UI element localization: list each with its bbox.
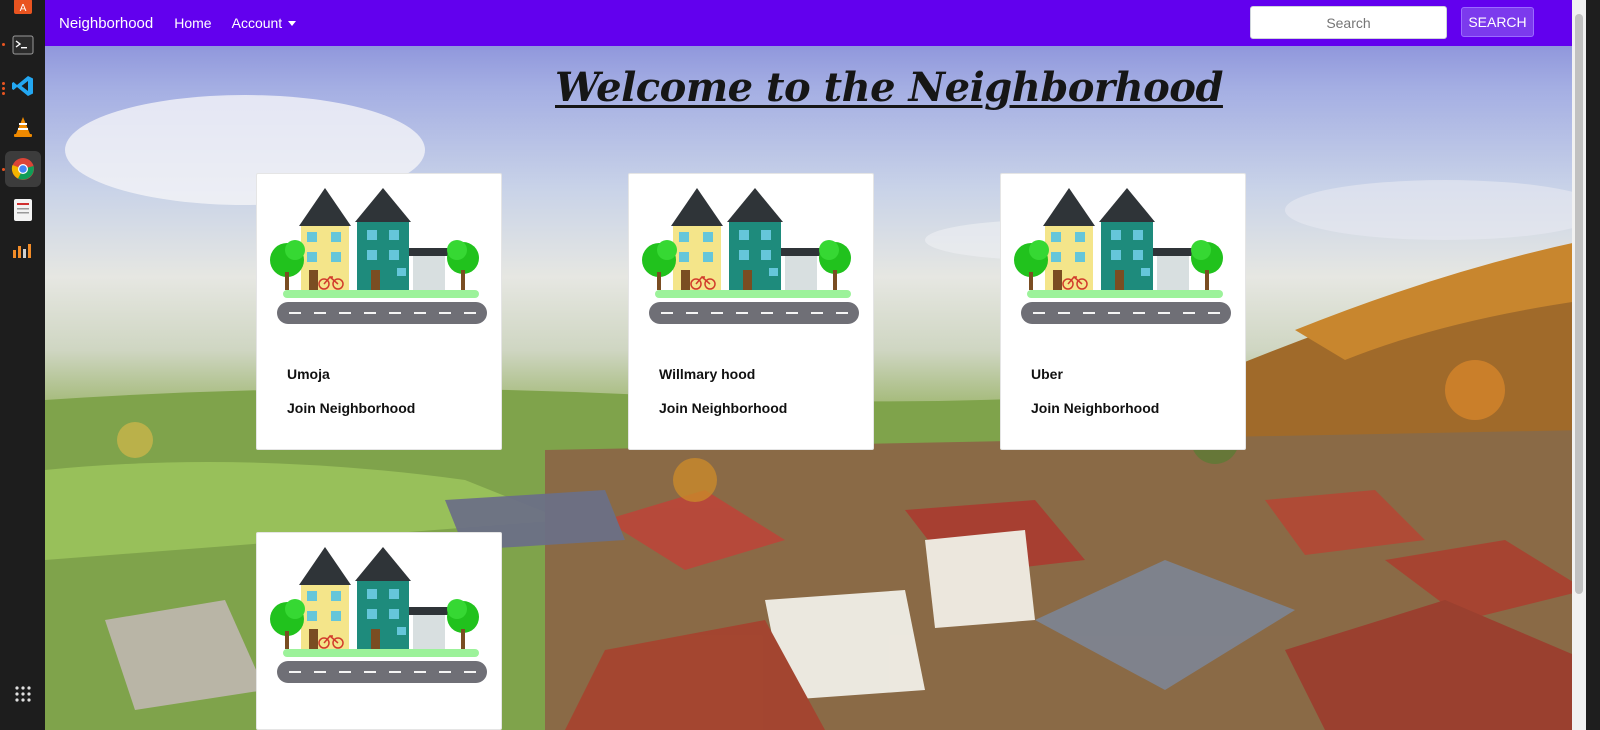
chrome-icon[interactable]	[5, 151, 41, 187]
neighborhood-houses-image	[269, 546, 488, 684]
neighborhood-card: Uber Join Neighborhood	[1000, 173, 1246, 450]
page-title: Welcome to the Neighborhood	[555, 64, 1223, 111]
app-grid-icon[interactable]	[5, 676, 41, 712]
neighborhood-houses-image	[269, 187, 488, 325]
caret-down-icon	[288, 21, 297, 26]
neighborhood-name: Uber	[1031, 366, 1063, 382]
app-dock: A	[0, 0, 45, 730]
page-scrollbar[interactable]	[1572, 0, 1586, 730]
page-viewport: Neighborhood Home Account SEARCH Welcome…	[45, 0, 1586, 730]
neighborhood-card	[256, 532, 502, 730]
scrollbar-thumb[interactable]	[1575, 14, 1583, 594]
nav-account-dropdown[interactable]: Account	[232, 15, 297, 31]
neighborhood-name: Willmary hood	[659, 366, 756, 382]
software-center-icon[interactable]: A	[5, 0, 41, 22]
neighborhood-card: Umoja Join Neighborhood	[256, 173, 502, 450]
search-input[interactable]	[1250, 6, 1447, 39]
audio-mixer-icon[interactable]	[5, 233, 41, 269]
neighborhood-houses-image	[1013, 187, 1232, 325]
brand-link[interactable]: Neighborhood	[59, 15, 153, 32]
top-navbar: Neighborhood Home Account SEARCH	[45, 0, 1572, 46]
document-viewer-icon[interactable]	[5, 192, 41, 228]
search-button[interactable]: SEARCH	[1461, 7, 1534, 37]
neighborhood-name: Umoja	[287, 366, 330, 382]
neighborhood-houses-image	[641, 187, 860, 325]
join-neighborhood-link[interactable]: Join Neighborhood	[287, 400, 415, 416]
svg-text:A: A	[20, 3, 27, 14]
join-neighborhood-link[interactable]: Join Neighborhood	[659, 400, 787, 416]
account-label: Account	[231, 15, 283, 31]
vscode-icon[interactable]	[5, 68, 41, 104]
terminal-icon[interactable]	[5, 27, 41, 63]
neighborhood-card: Willmary hood Join Neighborhood	[628, 173, 874, 450]
vlc-icon[interactable]	[5, 109, 41, 145]
nav-home-link[interactable]: Home	[174, 15, 211, 31]
join-neighborhood-link[interactable]: Join Neighborhood	[1031, 400, 1159, 416]
